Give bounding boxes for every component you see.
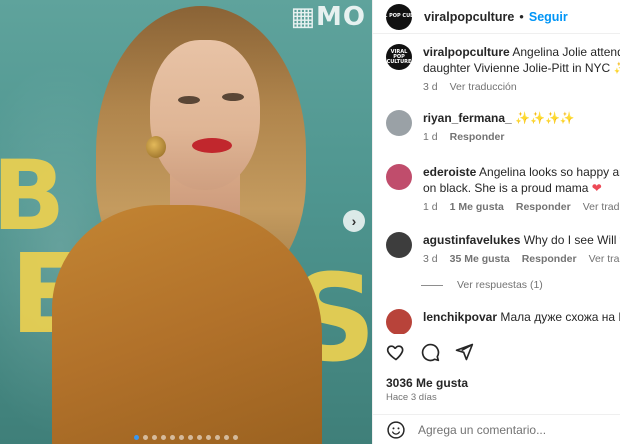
comment-icon[interactable]	[420, 342, 440, 362]
caption-time[interactable]: 3 d	[423, 81, 438, 93]
divider	[421, 284, 443, 286]
translate-button[interactable]: Ver traducción	[589, 253, 620, 265]
comment-text: Angelina looks so happy and	[479, 165, 620, 179]
carousel-dot	[179, 435, 184, 440]
separator: •	[519, 9, 524, 24]
add-comment-bar	[373, 414, 620, 444]
sparkle-icon: ✨	[614, 61, 620, 75]
carousel-dot	[188, 435, 193, 440]
post-side-panel: VIRAL POP CULTURE viralpopculture • Segu…	[372, 0, 620, 444]
comment-username[interactable]: agustinfavelukes	[423, 233, 520, 247]
comment-time[interactable]: 3 d	[423, 253, 438, 265]
post-timestamp[interactable]: Hace 3 días	[386, 392, 437, 403]
emoji-icon[interactable]	[386, 420, 406, 440]
carousel-dot	[206, 435, 211, 440]
carousel-dot	[170, 435, 175, 440]
lips	[192, 138, 232, 153]
carousel-dot	[233, 435, 238, 440]
comment-username[interactable]: ederoiste	[423, 165, 476, 179]
view-replies-label: Ver respuestas (1)	[457, 279, 543, 291]
avatar[interactable]: VIRAL POP CULTURE	[386, 44, 412, 70]
translate-button[interactable]: Ver traducción	[583, 201, 620, 213]
caption-text: Angelina Jolie attends a	[512, 45, 620, 59]
carousel-dots	[0, 435, 372, 440]
carousel-next-button[interactable]: ›	[343, 210, 365, 232]
caption-text-2: daughter Vivienne Jolie-Pitt in NYC	[423, 61, 611, 75]
list-item: agustinfavelukes Why do I see Will from …	[386, 232, 620, 265]
caption-username[interactable]: viralpopculture	[423, 45, 510, 59]
carousel-dot	[224, 435, 229, 440]
logo-text: VIRAL POP CULTURE	[386, 48, 412, 65]
eye	[178, 96, 200, 104]
face	[150, 40, 260, 190]
earring	[146, 136, 166, 158]
reply-button[interactable]: Responder	[450, 131, 505, 143]
comment-text: ✨✨✨✨	[515, 111, 575, 125]
avatar[interactable]: VIRAL POP CULTURE	[386, 3, 412, 30]
logo-text: VIRAL POP CULTURE	[386, 13, 412, 19]
comment-text: Why do I see Will from	[523, 233, 620, 247]
carousel-dot	[215, 435, 220, 440]
comment-likes[interactable]: 1 Me gusta	[450, 201, 504, 213]
post-actions	[386, 342, 474, 362]
carousel-dot	[197, 435, 202, 440]
reply-button[interactable]: Responder	[516, 201, 571, 213]
heart-emoji-icon: ❤	[591, 181, 602, 195]
avatar[interactable]	[386, 232, 412, 258]
carousel-dot	[134, 435, 139, 440]
list-item: lenchikpovar Мала дуже схожа на Бред	[386, 309, 620, 334]
comment-username[interactable]: lenchikpovar	[423, 310, 497, 324]
follow-button[interactable]: Seguir	[529, 10, 568, 24]
avatar[interactable]	[386, 164, 412, 190]
watermark: ▦MO	[290, 2, 366, 32]
eye	[222, 93, 244, 101]
comment-text: Мала дуже схожа на Бред	[500, 310, 620, 324]
header-username[interactable]: viralpopculture	[424, 10, 514, 24]
reply-button[interactable]: Responder	[522, 253, 577, 265]
view-replies-button[interactable]: Ver respuestas (1)	[421, 279, 543, 291]
caption: VIRAL POP CULTURE viralpopculture Angeli…	[386, 44, 620, 93]
comment-text-2: on black. She is a proud mama	[423, 181, 589, 195]
comment-time[interactable]: 1 d	[423, 131, 438, 143]
comment-username[interactable]: riyan_fermana_	[423, 111, 512, 125]
likes-count[interactable]: 3036 Me gusta	[386, 376, 468, 390]
list-item: ederoiste Angelina looks so happy and on…	[386, 164, 620, 213]
post-photo[interactable]: B E S ▦MO ›	[0, 0, 372, 444]
avatar[interactable]	[386, 110, 412, 136]
comment-time[interactable]: 1 d	[423, 201, 438, 213]
comment-likes[interactable]: 35 Me gusta	[450, 253, 510, 265]
comments-list[interactable]: VIRAL POP CULTURE viralpopculture Angeli…	[373, 34, 620, 334]
share-icon[interactable]	[454, 342, 474, 362]
avatar[interactable]	[386, 309, 412, 334]
carousel-dot	[143, 435, 148, 440]
heart-icon[interactable]	[386, 342, 406, 362]
translate-button[interactable]: Ver traducción	[450, 81, 517, 93]
comment-input[interactable]	[418, 422, 608, 437]
carousel-dot	[161, 435, 166, 440]
list-item: riyan_fermana_ ✨✨✨✨ 1 d Responder	[386, 110, 620, 143]
post-header: VIRAL POP CULTURE viralpopculture • Segu…	[373, 0, 620, 34]
carousel-dot	[152, 435, 157, 440]
